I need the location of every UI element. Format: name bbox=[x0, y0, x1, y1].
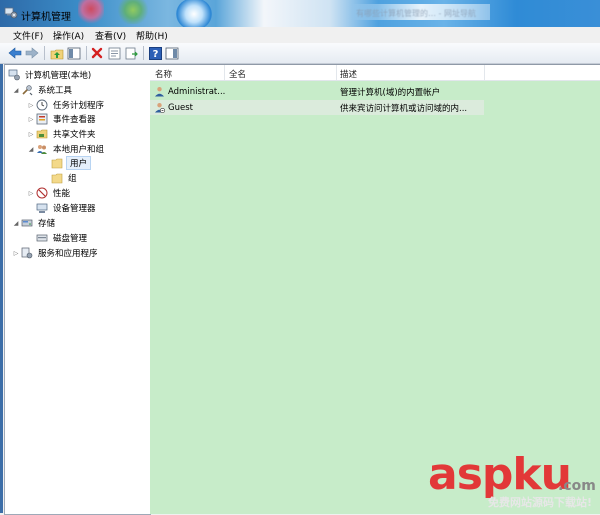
services-icon bbox=[21, 247, 33, 259]
tools-icon bbox=[21, 84, 33, 96]
show-hide-tree-icon[interactable] bbox=[66, 45, 82, 61]
tree-item-disk-management[interactable]: 磁盘管理 bbox=[36, 231, 89, 245]
disk-icon bbox=[36, 232, 48, 244]
expand-arrow-icon[interactable]: ▷ bbox=[12, 250, 20, 257]
tree-item-device-manager[interactable]: 设备管理器 bbox=[36, 201, 98, 215]
expand-arrow-icon[interactable]: ▷ bbox=[27, 102, 35, 109]
export-list-icon[interactable] bbox=[123, 45, 139, 61]
user-name-cell: Administrat... bbox=[154, 86, 225, 97]
toolbar-separator bbox=[44, 46, 45, 60]
user-name-cell: Guest bbox=[154, 102, 193, 113]
watermark-logo: aspku bbox=[428, 449, 572, 500]
tree-label: 本地用户和组 bbox=[53, 145, 105, 155]
tree-item-system-tools[interactable]: ◢ 系统工具 bbox=[12, 83, 74, 97]
window-edge bbox=[0, 64, 3, 513]
column-separator[interactable] bbox=[224, 65, 225, 80]
taskbar-blur bbox=[78, 0, 104, 24]
tree-item-services-apps[interactable]: ▷ 服务和应用程序 bbox=[12, 246, 100, 260]
storage-icon bbox=[21, 217, 33, 229]
tree-item-local-users-groups[interactable]: ◢ 本地用户和组 bbox=[27, 142, 106, 156]
tree-label: 任务计划程序 bbox=[53, 101, 105, 111]
tree-item-task-scheduler[interactable]: ▷ 任务计划程序 bbox=[27, 98, 106, 112]
user-disabled-icon bbox=[155, 103, 165, 113]
expand-arrow-icon[interactable]: ▷ bbox=[27, 131, 35, 138]
tree-item-root[interactable]: 计算机管理(本地) bbox=[8, 68, 93, 82]
tree-label: 存储 bbox=[38, 219, 56, 229]
user-description: 管理计算机(域)的内置帐户 bbox=[340, 87, 441, 98]
users-group-icon bbox=[36, 143, 48, 155]
tree-item-groups[interactable]: 组 bbox=[51, 171, 79, 185]
column-separator[interactable] bbox=[336, 65, 337, 80]
computer-management-icon bbox=[4, 7, 18, 19]
user-description: 供来宾访问计算机或访问域的内... bbox=[340, 103, 468, 114]
collapse-arrow-icon[interactable]: ◢ bbox=[12, 87, 20, 94]
collapse-arrow-icon[interactable]: ◢ bbox=[27, 146, 35, 153]
window-title: 计算机管理 bbox=[21, 12, 71, 23]
show-hide-action-pane-icon[interactable] bbox=[164, 45, 180, 61]
tree-label: 系统工具 bbox=[38, 86, 73, 96]
menu-help[interactable]: 帮助(H) bbox=[136, 29, 168, 42]
help-icon[interactable]: ? bbox=[147, 45, 163, 61]
computer-management-icon bbox=[8, 69, 20, 81]
tree-label: 服务和应用程序 bbox=[38, 249, 98, 259]
column-header-full-name[interactable]: 全名 bbox=[229, 68, 246, 80]
folder-icon bbox=[51, 157, 63, 169]
tree-label: 计算机管理(本地) bbox=[25, 71, 92, 81]
expand-arrow-icon[interactable]: ▷ bbox=[27, 190, 35, 197]
up-folder-icon[interactable] bbox=[49, 45, 65, 61]
menu-file[interactable]: 文件(F) bbox=[13, 29, 43, 42]
table-row[interactable]: Guest 供来宾访问计算机或访问域的内... bbox=[150, 100, 484, 115]
taskbar-blur bbox=[176, 0, 212, 27]
watermark-suffix: .com bbox=[558, 478, 596, 494]
device-manager-icon bbox=[36, 202, 48, 214]
collapse-arrow-icon[interactable]: ◢ bbox=[12, 220, 20, 227]
menu-action[interactable]: 操作(A) bbox=[53, 29, 84, 42]
tree-label: 组 bbox=[68, 174, 77, 184]
tree-item-shared-folders[interactable]: ▷ 共享文件夹 bbox=[27, 127, 98, 141]
column-separator[interactable] bbox=[484, 65, 485, 80]
table-row[interactable]: Administrat... 管理计算机(域)的内置帐户 bbox=[150, 84, 484, 99]
column-header-name[interactable]: 名称 bbox=[155, 68, 172, 80]
clock-icon bbox=[36, 99, 48, 111]
tree-label: 性能 bbox=[53, 189, 71, 199]
tree-label: 设备管理器 bbox=[53, 204, 96, 214]
svg-text:?: ? bbox=[152, 49, 158, 60]
event-viewer-icon bbox=[36, 113, 48, 125]
column-header-description[interactable]: 描述 bbox=[340, 68, 357, 80]
console-tree: 计算机管理(本地) ◢ 系统工具 ▷ 任务计划程序 ▷ 事件查看器 ▷ 共享文件… bbox=[4, 64, 151, 515]
watermark-caption: 免费网站源码下载站! bbox=[488, 496, 593, 509]
shared-folder-icon bbox=[36, 128, 48, 140]
column-header-bar: 名称 全名 描述 bbox=[150, 65, 600, 81]
back-arrow-icon[interactable] bbox=[7, 45, 23, 61]
user-name: Administrat... bbox=[168, 86, 226, 97]
tree-item-event-viewer[interactable]: ▷ 事件查看器 bbox=[27, 112, 98, 126]
user-icon bbox=[155, 87, 164, 97]
toolbar: ? bbox=[0, 43, 600, 64]
tree-label: 用户 bbox=[66, 156, 92, 170]
tree-item-users[interactable]: 用户 bbox=[51, 156, 92, 170]
properties-icon[interactable] bbox=[106, 45, 122, 61]
tree-label: 事件查看器 bbox=[53, 115, 96, 125]
performance-icon bbox=[36, 187, 48, 199]
tree-label: 共享文件夹 bbox=[53, 130, 96, 140]
folder-icon bbox=[51, 172, 63, 184]
tree-item-storage[interactable]: ◢ 存储 bbox=[12, 216, 57, 230]
taskbar-blur bbox=[118, 0, 148, 24]
menu-bar: 文件(F) 操作(A) 查看(V) 帮助(H) bbox=[0, 27, 600, 44]
user-name: Guest bbox=[168, 102, 193, 113]
background-tab-text: 有哪些计算机管理的… - 网址导航 bbox=[356, 9, 476, 18]
forward-arrow-icon[interactable] bbox=[24, 45, 40, 61]
menu-view[interactable]: 查看(V) bbox=[95, 29, 126, 42]
expand-arrow-icon[interactable]: ▷ bbox=[27, 116, 35, 123]
title-bar: 有哪些计算机管理的… - 网址导航 计算机管理 bbox=[0, 0, 600, 27]
tree-label: 磁盘管理 bbox=[53, 234, 88, 244]
tree-item-performance[interactable]: ▷ 性能 bbox=[27, 186, 72, 200]
delete-icon[interactable] bbox=[89, 45, 105, 61]
user-list-pane: 名称 全名 描述 Administrat... 管理计算机(域)的内置帐户 Gu… bbox=[150, 64, 600, 514]
toolbar-separator bbox=[86, 46, 87, 60]
toolbar-separator bbox=[143, 46, 144, 60]
